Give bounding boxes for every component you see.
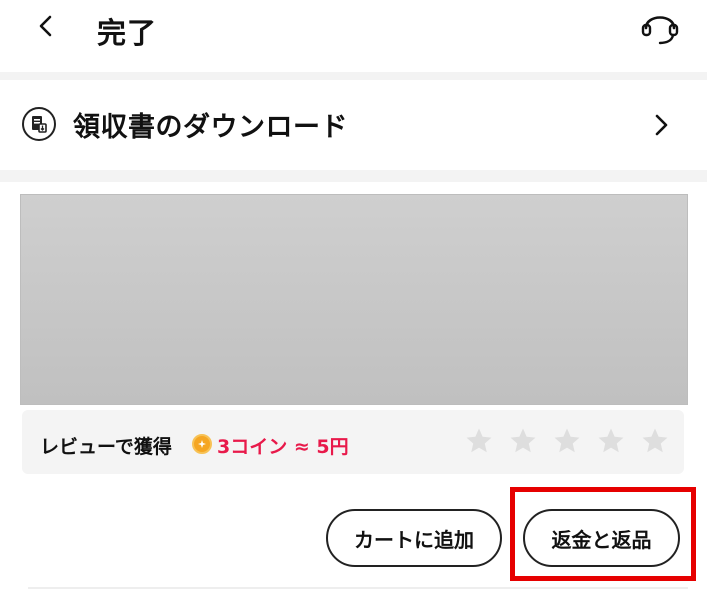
star-icon[interactable] xyxy=(508,426,538,456)
review-prompt: レビューで獲得 xyxy=(40,436,172,458)
receipt-icon xyxy=(22,107,56,141)
receipt-download-label: 領収書のダウンロード xyxy=(73,112,348,143)
star-icon[interactable] xyxy=(596,426,626,456)
coin-icon xyxy=(192,434,212,454)
headset-icon xyxy=(641,16,679,45)
star-icon[interactable] xyxy=(464,426,494,456)
chevron-left-icon xyxy=(39,15,52,37)
order-complete-page: 完了 領収書のダウンロード レビューで獲得 3コイン ≈ 5円 カートに追加 返… xyxy=(0,0,707,607)
section-divider xyxy=(0,170,707,182)
refund-and-return-button[interactable]: 返金と返品 xyxy=(523,509,680,567)
coin-reward-text: 3コイン ≈ 5円 xyxy=(217,436,349,458)
star-rating[interactable] xyxy=(464,426,670,456)
header: 完了 xyxy=(0,0,707,72)
review-reward-card: レビューで獲得 3コイン ≈ 5円 xyxy=(22,410,684,474)
back-button[interactable] xyxy=(32,12,60,40)
add-to-cart-button[interactable]: カートに追加 xyxy=(326,509,502,567)
star-icon[interactable] xyxy=(640,426,670,456)
product-image[interactable] xyxy=(20,194,688,405)
page-title: 完了 xyxy=(97,16,158,50)
customer-support-button[interactable] xyxy=(636,4,684,48)
section-divider xyxy=(0,72,707,80)
receipt-download-row[interactable]: 領収書のダウンロード xyxy=(0,80,707,170)
star-icon[interactable] xyxy=(552,426,582,456)
chevron-right-icon xyxy=(648,110,674,140)
bottom-divider xyxy=(28,587,688,589)
